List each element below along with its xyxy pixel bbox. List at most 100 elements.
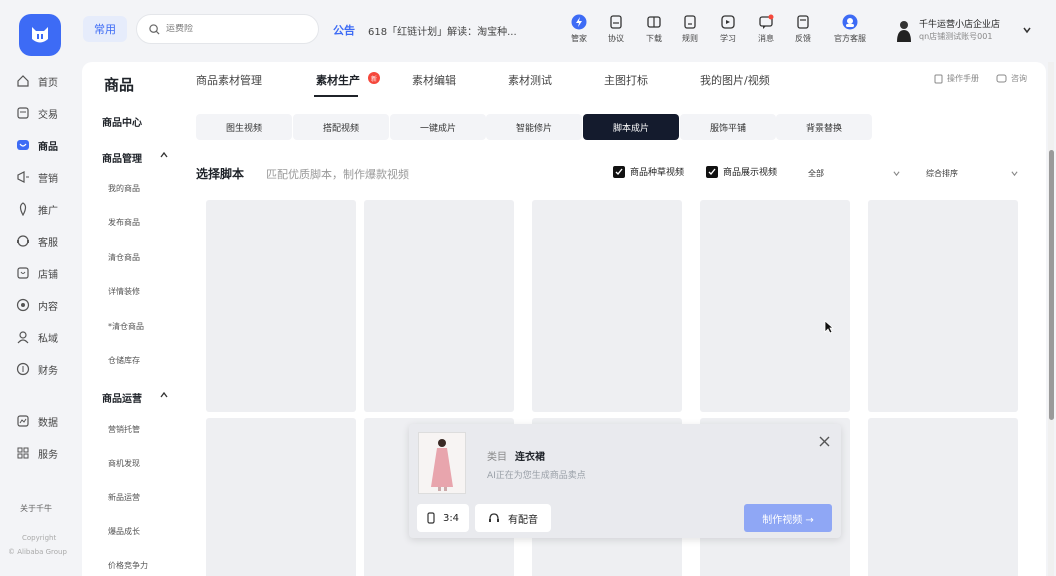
- search-box[interactable]: [136, 14, 319, 44]
- nav-private-domain[interactable]: 私域: [16, 326, 76, 348]
- chip-apparel-flatlay[interactable]: 服饰平铺: [680, 114, 776, 140]
- subnav-item[interactable]: 商机发现: [108, 458, 140, 469]
- section-desc: 匹配优质脚本，制作爆款视频: [266, 168, 409, 181]
- services-icon: [16, 446, 30, 460]
- section-title: 选择脚本: [196, 167, 245, 181]
- tool-feedback[interactable]: 反馈: [781, 14, 825, 46]
- message-icon: [758, 14, 774, 30]
- agreement-icon: [608, 14, 624, 30]
- nav-marketing[interactable]: 营销: [16, 166, 76, 188]
- tab-my-images-videos[interactable]: 我的图片/视频: [700, 72, 770, 88]
- chevron-up-icon[interactable]: [160, 151, 168, 159]
- script-card[interactable]: [700, 200, 850, 412]
- ratio-button[interactable]: 3:4: [417, 504, 469, 532]
- dropdown-category[interactable]: 全部: [802, 162, 906, 184]
- goods-icon: [16, 138, 30, 152]
- notice-tag: 公告: [333, 24, 355, 37]
- nav-promotion[interactable]: 推广: [16, 198, 76, 220]
- script-card[interactable]: [364, 200, 514, 412]
- service-icon: [16, 234, 30, 248]
- tab-material-edit[interactable]: 素材编辑: [412, 72, 456, 88]
- chevron-up-icon[interactable]: [160, 391, 168, 399]
- nav-service[interactable]: 客服: [16, 230, 76, 252]
- subnav-item[interactable]: 发布商品: [108, 217, 140, 228]
- check-icon: [706, 165, 718, 178]
- about-link[interactable]: 关于千牛: [20, 503, 52, 514]
- feedback-icon: [795, 14, 811, 30]
- nav-content[interactable]: 内容: [16, 294, 76, 316]
- nav-home[interactable]: 首页: [16, 70, 76, 92]
- voice-button[interactable]: 有配音: [475, 504, 551, 532]
- script-card[interactable]: [868, 418, 1018, 576]
- subnav-item[interactable]: 我的商品: [108, 183, 140, 194]
- user-avatar[interactable]: [895, 20, 913, 42]
- consult-link[interactable]: 咨询: [996, 73, 1027, 84]
- notice-link[interactable]: 618「红链计划」解读：淘宝种...: [368, 23, 517, 38]
- subnav-center[interactable]: 商品中心: [102, 114, 142, 129]
- nav-finance[interactable]: 财务: [16, 358, 76, 380]
- nav-goods[interactable]: 商品: [16, 134, 76, 156]
- checkbox-display-video[interactable]: 商品展示视频: [706, 165, 777, 178]
- make-video-button[interactable]: 制作视频 →: [744, 504, 832, 532]
- chip-script-video[interactable]: 脚本成片: [583, 114, 679, 140]
- trade-icon: [16, 106, 30, 120]
- dropdown-sort[interactable]: 综合排序: [920, 162, 1024, 184]
- subnav-item[interactable]: 营销托管: [108, 424, 140, 435]
- customer-service-icon: [842, 14, 858, 30]
- user-account: qn店铺测试账号001: [919, 32, 993, 41]
- subnav-manage-head[interactable]: 商品管理: [102, 150, 142, 165]
- subnav-item[interactable]: 新品运营: [108, 492, 140, 503]
- frequent-button[interactable]: 常用: [83, 16, 127, 42]
- nav-shop[interactable]: 店铺: [16, 262, 76, 284]
- subnav-title: 商品: [104, 76, 135, 94]
- promotion-icon: [16, 202, 30, 216]
- product-thumbnail: [418, 432, 466, 494]
- active-tab-indicator: [314, 95, 358, 97]
- tab-material-manage[interactable]: 商品素材管理: [196, 72, 262, 88]
- scrollbar-thumb[interactable]: [1049, 150, 1054, 420]
- subnav-item[interactable]: *清仓商品: [108, 321, 144, 332]
- search-icon: [149, 23, 160, 35]
- new-badge: 新: [368, 72, 380, 84]
- chip-background-replace[interactable]: 背景替换: [776, 114, 872, 140]
- script-card[interactable]: [868, 200, 1018, 412]
- nav-trade[interactable]: 交易: [16, 102, 76, 124]
- data-icon: [16, 414, 30, 428]
- script-card[interactable]: [206, 200, 356, 412]
- chat-icon: [996, 74, 1007, 84]
- subnav-item[interactable]: 清仓商品: [108, 252, 140, 263]
- shop-icon: [16, 266, 30, 280]
- subnav-item[interactable]: 详情装修: [108, 286, 140, 297]
- tool-customer-service[interactable]: 官方客服: [828, 14, 872, 46]
- subnav-ops-head[interactable]: 商品运营: [102, 390, 142, 405]
- chevron-down-icon: [1011, 170, 1018, 177]
- manual-link[interactable]: 操作手册: [934, 73, 979, 84]
- nav-services[interactable]: 服务: [16, 442, 76, 464]
- generation-popup: 类目 连衣裙 AI正在为您生成商品卖点 3:4 有配音 制作视频 →: [409, 424, 841, 538]
- subnav-item[interactable]: 爆品成长: [108, 526, 140, 537]
- chip-match-video[interactable]: 搭配视频: [293, 114, 389, 140]
- copyright: Copyright: [22, 534, 57, 542]
- search-input[interactable]: [166, 24, 306, 34]
- marketing-icon: [16, 170, 30, 184]
- user-name[interactable]: 千牛运营小店企业店: [919, 17, 1000, 30]
- tab-main-image-label[interactable]: 主图打标: [604, 72, 648, 88]
- subnav-item[interactable]: 仓储库存: [108, 355, 140, 366]
- generating-status: AI正在为您生成商品卖点: [487, 471, 586, 481]
- tab-material-test[interactable]: 素材测试: [508, 72, 552, 88]
- check-icon: [613, 165, 625, 178]
- download-icon: [646, 14, 662, 30]
- nav-data[interactable]: 数据: [16, 410, 76, 432]
- chip-smart-retouch[interactable]: 智能修片: [486, 114, 582, 140]
- qianniu-logo-icon[interactable]: [19, 14, 61, 56]
- subnav-item[interactable]: 价格竞争力: [108, 560, 148, 571]
- checkbox-grass-video[interactable]: 商品种草视频: [613, 165, 684, 178]
- chevron-down-icon[interactable]: [1022, 25, 1032, 35]
- chip-one-click[interactable]: 一键成片: [390, 114, 486, 140]
- script-card[interactable]: [532, 200, 682, 412]
- close-icon[interactable]: [819, 436, 830, 447]
- home-icon: [16, 74, 30, 88]
- script-card[interactable]: [206, 418, 356, 576]
- tab-material-production[interactable]: 素材生产: [316, 72, 360, 88]
- chip-image-to-video[interactable]: 图生视频: [196, 114, 292, 140]
